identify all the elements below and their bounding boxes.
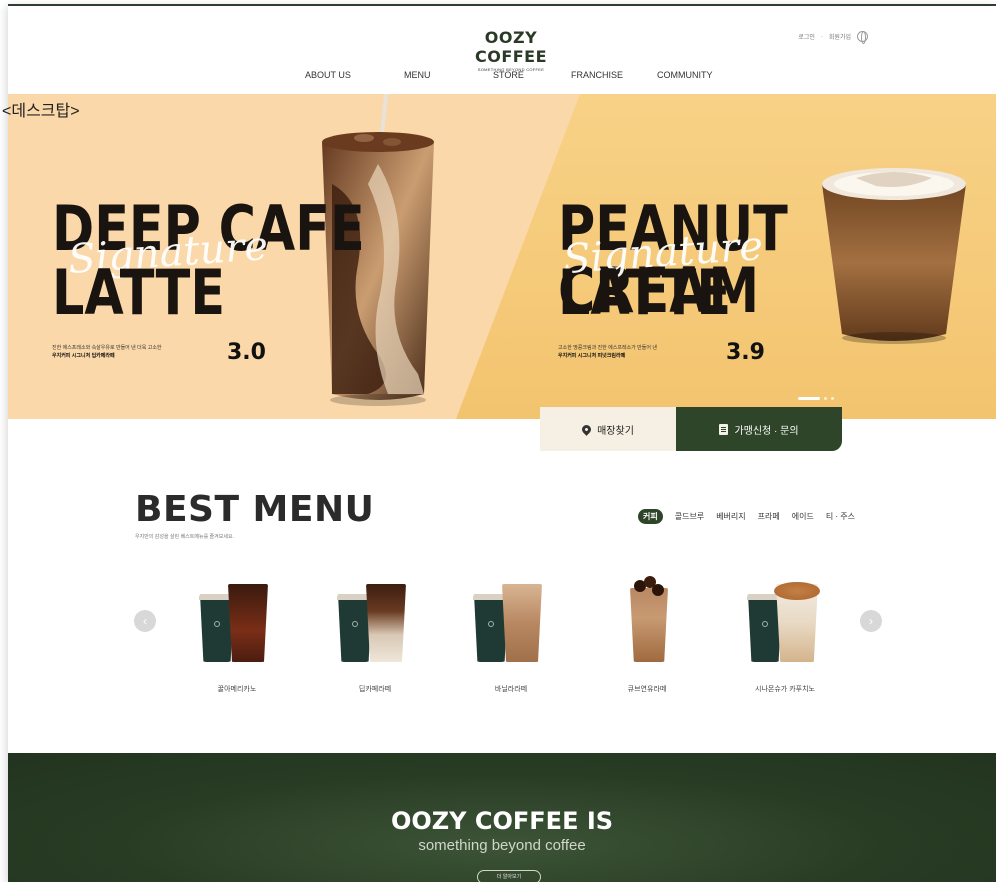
tab-cold-brew[interactable]: 콜드브루 bbox=[675, 511, 704, 522]
nav-about-us[interactable]: ABOUT US bbox=[305, 70, 351, 80]
product-name: 딥카페라떼 bbox=[358, 686, 392, 693]
find-store-label: 매장찾기 bbox=[597, 425, 634, 437]
prev-arrow-icon[interactable]: ‹ bbox=[134, 610, 156, 632]
tab-tea-juice[interactable]: 티 · 주스 bbox=[826, 511, 855, 522]
product-card[interactable]: 바닐라라떼 bbox=[456, 578, 566, 694]
tab-frappe[interactable]: 프라페 bbox=[758, 511, 780, 522]
slide2-description: 고소한 땅콩크림과 진한 에스프레소가 만들어 낸 우지커피 시그니처 피넛크림… bbox=[558, 344, 718, 360]
main-nav: ABOUT US MENU STORE FRANCHISE COMMUNITY bbox=[8, 70, 996, 84]
brand-banner: OOZY COFFEE IS something beyond coffee 더… bbox=[8, 753, 996, 882]
nav-menu[interactable]: MENU bbox=[404, 70, 431, 80]
tab-ade[interactable]: 에이드 bbox=[792, 511, 814, 522]
utility-links: 로그인 · 회원가입 bbox=[798, 31, 868, 44]
join-link[interactable]: 회원가입 bbox=[829, 32, 851, 41]
next-arrow-icon[interactable]: › bbox=[860, 610, 882, 632]
site-header: OOZY COFFEE SOMETHING BEYOND COFFEE 로그인 … bbox=[8, 6, 996, 94]
slide2-price: 3.9 bbox=[726, 340, 765, 365]
slide1-desc-line2: 우지커피 시그니처 딥카페라떼 bbox=[52, 353, 115, 359]
tab-coffee[interactable]: 커피 bbox=[638, 509, 663, 524]
honey-americano-image bbox=[182, 578, 292, 668]
slide2-desc-line2: 우지커피 시그니처 피넛크림라떼 bbox=[558, 353, 626, 359]
banner-title: OOZY COFFEE IS bbox=[390, 807, 614, 835]
desktop-label: <데스크탑> bbox=[2, 103, 80, 120]
cup-hot bbox=[338, 594, 372, 662]
deep-cafe-latte-product-image bbox=[320, 578, 430, 668]
slide2-title-line2: LATTE bbox=[558, 256, 732, 329]
slide2-desc-line1: 고소한 땅콩크림과 진한 에스프레소가 만들어 낸 bbox=[558, 345, 657, 351]
cup-iced bbox=[366, 584, 406, 662]
logo-text: OOZY COFFEE bbox=[474, 28, 548, 66]
login-link[interactable]: 로그인 bbox=[798, 32, 815, 41]
document-icon bbox=[719, 423, 729, 435]
cup-iced bbox=[228, 584, 268, 662]
product-name: 큐브연유라떼 bbox=[627, 686, 667, 693]
nav-franchise[interactable]: FRANCHISE bbox=[571, 70, 623, 80]
coffee-cube bbox=[652, 584, 664, 596]
tab-beverage[interactable]: 베버리지 bbox=[716, 511, 745, 522]
product-card[interactable]: 시나몬슈가 카푸치노 bbox=[730, 578, 840, 694]
menu-category-tabs: 커피 콜드브루 베버리지 프라페 에이드 티 · 주스 bbox=[638, 509, 855, 524]
slide1-title-line2: LATTE bbox=[52, 256, 226, 329]
cup-iced bbox=[502, 584, 542, 662]
vanilla-latte-image bbox=[456, 578, 566, 668]
product-card[interactable]: 꿀아메리카노 bbox=[182, 578, 292, 694]
franchise-inquiry-label: 가맹신청 · 문의 bbox=[734, 425, 799, 437]
cinnamon-foam bbox=[774, 582, 820, 600]
nav-community[interactable]: COMMUNITY bbox=[657, 70, 713, 80]
cup-iced bbox=[630, 588, 668, 662]
carousel-dot-1[interactable] bbox=[798, 397, 820, 400]
find-store-button[interactable]: 매장찾기 bbox=[540, 407, 676, 451]
cinnamon-sugar-cappuccino-image bbox=[730, 578, 840, 668]
franchise-inquiry-button[interactable]: 가맹신청 · 문의 bbox=[676, 407, 842, 451]
learn-more-button[interactable]: 더 알아보기 bbox=[477, 870, 541, 882]
cube-condensed-milk-latte-image bbox=[592, 576, 702, 668]
cup-hot bbox=[748, 594, 782, 662]
location-pin-icon bbox=[580, 422, 593, 436]
globe-icon[interactable] bbox=[857, 31, 868, 44]
slide1-description: 진한 에스프레소와 속살우유로 만들어 낸 더욱 고소한 우지커피 시그니처 딥… bbox=[52, 344, 212, 360]
product-name: 꿀아메리카노 bbox=[217, 686, 257, 693]
product-card[interactable]: 큐브연유라떼 bbox=[592, 576, 702, 694]
hero-carousel[interactable]: DEEP CAFE Signature LATTE 진한 에스프레소와 속살우유… bbox=[8, 94, 996, 419]
logo[interactable]: OOZY COFFEE SOMETHING BEYOND COFFEE bbox=[456, 28, 566, 72]
product-card[interactable]: 딥카페라떼 bbox=[320, 578, 430, 694]
product-name: 시나몬슈가 카푸치노 bbox=[755, 686, 815, 693]
cup-hot bbox=[474, 594, 508, 662]
nav-store[interactable]: STORE bbox=[493, 70, 524, 80]
util-divider: · bbox=[820, 33, 823, 40]
carousel-dot-3[interactable] bbox=[831, 397, 834, 400]
best-menu-subtitle: 우지만의 감성을 살린 베스트메뉴를 즐겨보세요. bbox=[135, 534, 234, 540]
product-name: 바닐라라떼 bbox=[494, 686, 528, 693]
page-frame: OOZY COFFEE SOMETHING BEYOND COFFEE 로그인 … bbox=[8, 4, 996, 882]
carousel-pagination bbox=[798, 397, 834, 400]
slide1-price: 3.0 bbox=[227, 340, 266, 365]
carousel-dot-2[interactable] bbox=[824, 397, 827, 400]
banner-subtitle: something beyond coffee bbox=[418, 837, 586, 854]
cup-hot bbox=[200, 594, 234, 662]
slide1-desc-line1: 진한 에스프레소와 속살우유로 만들어 낸 더욱 고소한 bbox=[52, 345, 162, 351]
best-menu-title: BEST MENU bbox=[135, 489, 375, 530]
